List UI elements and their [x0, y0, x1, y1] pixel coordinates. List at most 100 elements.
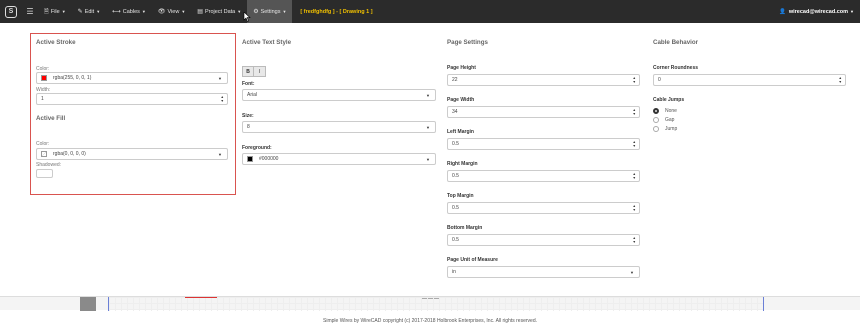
canvas-grid	[108, 297, 764, 311]
stroke-color-value: rgba(255, 0, 0, 1)	[53, 75, 92, 81]
caret-down-icon: ▼	[426, 156, 430, 162]
text-format-buttons: B I	[242, 66, 266, 77]
caret-down-icon: ▼	[426, 124, 430, 130]
page-height-input[interactable]: 22 ▲ ▼	[447, 74, 640, 86]
caret-down-icon: ▼	[426, 92, 430, 98]
menu-view-label: View	[167, 8, 180, 15]
right-margin-input[interactable]: 0.5 ▲ ▼	[447, 170, 640, 182]
radio-icon	[653, 125, 659, 132]
font-select[interactable]: Arial ▼	[242, 89, 436, 101]
left-margin-input[interactable]: 0.5 ▲ ▼	[447, 138, 640, 150]
caret-down-icon: ▼	[141, 9, 146, 14]
radio-none-label: None	[665, 107, 677, 114]
corner-roundness-input[interactable]: 0 ▲ ▼	[653, 74, 846, 86]
caret-down-icon: ▼	[218, 151, 222, 157]
menu-cables-label: Cables	[122, 8, 140, 15]
page-settings-heading: Page Settings	[447, 39, 488, 46]
spinner-icon[interactable]: ▲ ▼	[633, 235, 636, 245]
stroke-color-select[interactable]: rgba(255, 0, 0, 1) ▼	[36, 72, 228, 84]
logo-icon: S	[5, 5, 17, 18]
menu-edit[interactable]: ✎ Edit ▼	[72, 0, 106, 23]
settings-panel: Active Stroke Color: rgba(255, 0, 0, 1) …	[0, 23, 860, 296]
footer-copyright: Simple Wires by WireCAD copyright (c) 20…	[323, 318, 537, 324]
spinner-icon[interactable]: ▲ ▼	[221, 94, 224, 104]
active-fill-heading: Active Fill	[36, 115, 66, 122]
drawing-canvas-strip[interactable]	[0, 296, 860, 311]
menu-settings[interactable]: ⚙ Settings ▼	[247, 0, 293, 23]
project-data-icon: ▤	[197, 9, 203, 15]
radio-selected-icon	[653, 107, 659, 114]
menu-file[interactable]: 🗎 File ▼	[38, 0, 72, 23]
page-unit-value: in	[452, 269, 456, 275]
top-navbar: S ☰ 🗎 File ▼ ✎ Edit ▼ ⟷ Cables ▼ 👁 View ▼ ▤ Proje…	[0, 0, 860, 23]
caret-down-icon: ▼	[61, 9, 66, 14]
bold-button[interactable]: B	[242, 66, 254, 77]
cable-behavior-heading: Cable Behavior	[653, 39, 699, 46]
spinner-icon[interactable]: ▲ ▼	[633, 139, 636, 149]
shadowed-toggle[interactable]	[36, 169, 53, 178]
page-unit-label: Page Unit of Measure	[447, 257, 498, 263]
corner-roundness-label: Corner Roundness	[653, 65, 699, 71]
corner-roundness-value: 0	[658, 77, 661, 83]
radio-none[interactable]: None	[653, 106, 677, 115]
spinner-icon[interactable]: ▲ ▼	[633, 203, 636, 213]
menu-project-data-label: Project Data	[204, 8, 236, 15]
radio-gap[interactable]: Gap	[653, 115, 677, 124]
size-value: 8	[247, 124, 250, 130]
spinner-icon[interactable]: ▲ ▼	[633, 107, 636, 117]
hamburger-menu-icon[interactable]: ☰	[22, 7, 38, 16]
radio-icon	[653, 116, 659, 123]
user-email: wirecad@wirecad.com	[788, 8, 849, 15]
fill-color-swatch-icon	[41, 151, 47, 157]
font-value: Arial	[247, 92, 258, 98]
page-height-label: Page Height	[447, 65, 476, 71]
active-text-style-heading: Active Text Style	[242, 39, 292, 46]
caret-down-icon: ▼	[181, 9, 186, 14]
size-select[interactable]: 8 ▼	[242, 121, 436, 133]
radio-gap-label: Gap	[665, 116, 675, 123]
italic-button[interactable]: I	[254, 66, 266, 77]
page-width-value: 34	[452, 109, 458, 115]
menu-settings-label: Settings	[260, 8, 281, 15]
caret-down-icon: ▼	[237, 9, 242, 14]
page-unit-select[interactable]: in ▼	[447, 266, 640, 278]
menu-view[interactable]: 👁 View ▼	[152, 0, 191, 23]
stroke-color-swatch	[41, 75, 47, 81]
shadowed-label: Shadowed:	[36, 162, 62, 168]
fill-color-select[interactable]: rgba(0, 0, 0, 0) ▼	[36, 148, 228, 160]
bottom-margin-value: 0.5	[452, 237, 459, 243]
cable-jumps-radio-group: None Gap Jump	[653, 106, 677, 133]
logo[interactable]: S	[0, 0, 22, 23]
foreground-swatch	[247, 156, 253, 162]
gear-icon: ⚙	[253, 9, 259, 15]
top-margin-input[interactable]: 0.5 ▲ ▼	[447, 202, 640, 214]
edit-icon: ✎	[77, 9, 83, 15]
canvas-shape[interactable]	[185, 297, 217, 298]
user-menu[interactable]: 👤 wirecad@wirecad.com ▼	[779, 0, 854, 23]
bottom-margin-label: Bottom Margin	[447, 225, 483, 231]
spinner-icon[interactable]: ▲ ▼	[839, 75, 842, 85]
stroke-width-input[interactable]: 1 ▲ ▼	[36, 93, 228, 105]
spinner-icon[interactable]: ▲ ▼	[633, 75, 636, 85]
left-margin-label: Left Margin	[447, 129, 474, 135]
user-icon: 👤	[779, 8, 786, 15]
canvas-left-panel	[80, 297, 96, 311]
page-height-value: 22	[452, 77, 458, 83]
caret-down-icon: ▼	[282, 9, 287, 14]
page-width-input[interactable]: 34 ▲ ▼	[447, 106, 640, 118]
caret-down-icon: ▼	[630, 269, 634, 275]
fill-color-value: rgba(0, 0, 0, 0)	[53, 151, 86, 157]
menu-cables[interactable]: ⟷ Cables ▼	[106, 0, 152, 23]
foreground-select[interactable]: #000000 ▼	[242, 153, 436, 165]
active-stroke-highlight	[30, 33, 236, 195]
bottom-margin-input[interactable]: 0.5 ▲ ▼	[447, 234, 640, 246]
right-margin-value: 0.5	[452, 173, 459, 179]
foreground-value: #000000	[259, 156, 279, 162]
menu-project-data[interactable]: ▤ Project Data ▼	[191, 0, 247, 23]
mouse-cursor-icon	[243, 12, 251, 22]
radio-jump-label: Jump	[665, 125, 678, 132]
cable-jumps-label: Cable Jumps	[653, 97, 685, 103]
spinner-icon[interactable]: ▲ ▼	[633, 171, 636, 181]
active-stroke-heading: Active Stroke	[36, 39, 76, 46]
radio-jump[interactable]: Jump	[653, 124, 677, 133]
